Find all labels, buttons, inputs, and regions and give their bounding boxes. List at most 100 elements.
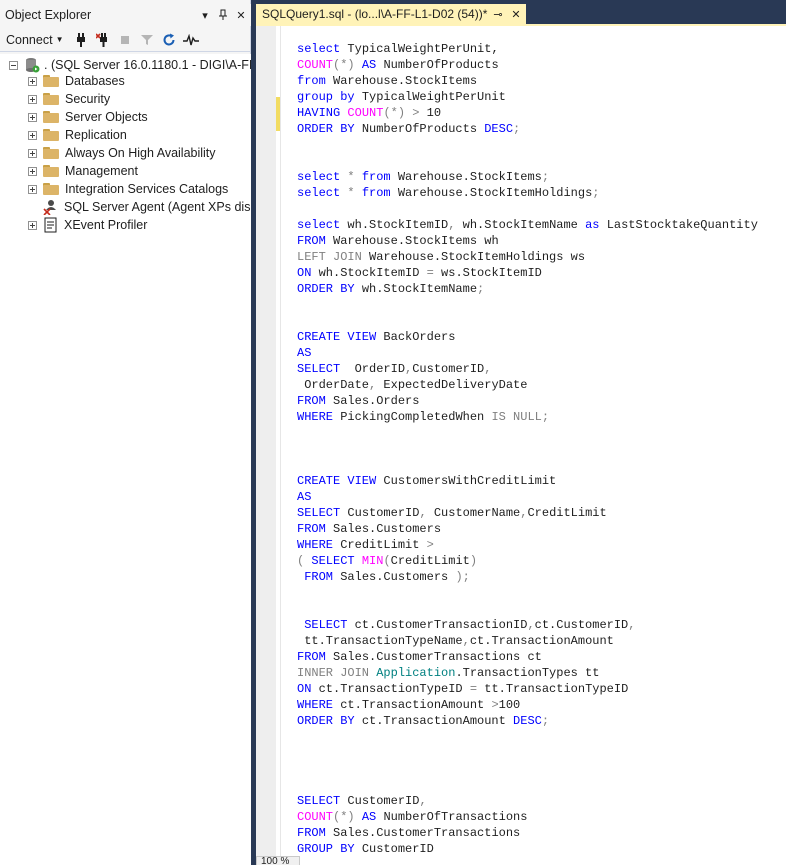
code-line[interactable]: ​ xyxy=(297,441,758,457)
expand-icon[interactable] xyxy=(28,112,37,122)
code-token: ORDER BY xyxy=(297,122,362,136)
code-line[interactable]: AS xyxy=(297,345,758,361)
code-line[interactable]: FROM Sales.Customers ); xyxy=(297,569,758,585)
tree-node-management[interactable]: Management xyxy=(28,162,138,180)
code-line[interactable]: from Warehouse.StockItems xyxy=(297,73,758,89)
tree-node-security[interactable]: Security xyxy=(28,90,110,108)
tree-node-integration-services[interactable]: Integration Services Catalogs xyxy=(28,180,228,198)
code-line[interactable]: ​ xyxy=(297,777,758,793)
code-line[interactable]: ​ xyxy=(297,137,758,153)
code-line[interactable]: WHERE ct.TransactionAmount >100 xyxy=(297,697,758,713)
code-line[interactable]: INNER JOIN Application.TransactionTypes … xyxy=(297,665,758,681)
disconnect-icon[interactable] xyxy=(93,31,113,49)
stop-icon[interactable] xyxy=(115,31,135,49)
code-line[interactable]: ​ xyxy=(297,585,758,601)
code-line[interactable]: select TypicalWeightPerUnit, xyxy=(297,41,758,57)
refresh-icon[interactable] xyxy=(159,31,179,49)
code-line[interactable]: WHERE CreditLimit > xyxy=(297,537,758,553)
code-line[interactable]: CREATE VIEW BackOrders xyxy=(297,329,758,345)
code-line[interactable]: ORDER BY ct.TransactionAmount DESC; xyxy=(297,713,758,729)
code-line[interactable]: LEFT JOIN Warehouse.StockItemHoldings ws xyxy=(297,249,758,265)
code-line[interactable]: HAVING COUNT(*) > 10 xyxy=(297,105,758,121)
code-token: SELECT xyxy=(297,506,348,520)
code-token: * xyxy=(347,170,362,184)
tree-node-xevent-profiler[interactable]: XEvent Profiler xyxy=(28,216,147,234)
code-token: ORDER BY xyxy=(297,714,362,728)
folder-icon xyxy=(43,129,59,141)
close-tab-icon[interactable]: ✕ xyxy=(508,8,524,21)
filter-icon[interactable] xyxy=(137,31,157,49)
code-line[interactable]: ON wh.StockItemID = ws.StockItemID xyxy=(297,265,758,281)
code-line[interactable]: SELECT OrderID,CustomerID, xyxy=(297,361,758,377)
code-token: ct.TransactionAmount xyxy=(469,634,614,648)
query-editor[interactable]: select TypicalWeightPerUnit, COUNT(*) AS … xyxy=(256,26,786,865)
expand-icon[interactable] xyxy=(28,148,37,158)
code-line[interactable]: FROM Sales.CustomerTransactions ct xyxy=(297,649,758,665)
code-line[interactable]: FROM Sales.Orders xyxy=(297,393,758,409)
code-line[interactable]: ​ xyxy=(297,297,758,313)
tree-node-databases[interactable]: Databases xyxy=(28,72,125,90)
code-line[interactable]: COUNT(*) AS NumberOfTransactions xyxy=(297,809,758,825)
code-line[interactable]: SELECT CustomerID, xyxy=(297,793,758,809)
code-line[interactable]: ( SELECT MIN(CreditLimit) xyxy=(297,553,758,569)
close-icon[interactable]: ✕ xyxy=(233,7,249,23)
code-line[interactable]: FROM Warehouse.StockItems wh xyxy=(297,233,758,249)
code-line[interactable]: tt.TransactionTypeName,ct.TransactionAmo… xyxy=(297,633,758,649)
code-line[interactable]: ​ xyxy=(297,153,758,169)
pin-icon[interactable] xyxy=(215,7,231,23)
object-explorer-toolbar: Connect ▼ xyxy=(0,28,251,52)
code-line[interactable]: select * from Warehouse.StockItems; xyxy=(297,169,758,185)
code-line[interactable]: ORDER BY NumberOfProducts DESC; xyxy=(297,121,758,137)
window-position-dropdown-icon[interactable]: ▾ xyxy=(197,7,213,23)
code-line[interactable]: FROM Sales.CustomerTransactions xyxy=(297,825,758,841)
tab-sqlquery1[interactable]: SQLQuery1.sql - (lo...l\A-FF-L1-D02 (54)… xyxy=(256,4,526,24)
code-area[interactable]: select TypicalWeightPerUnit, COUNT(*) AS … xyxy=(297,41,758,857)
code-line[interactable]: SELECT ct.CustomerTransactionID,ct.Custo… xyxy=(297,617,758,633)
code-line[interactable]: CREATE VIEW CustomersWithCreditLimit xyxy=(297,473,758,489)
code-line[interactable]: COUNT(*) AS NumberOfProducts xyxy=(297,57,758,73)
expand-icon[interactable] xyxy=(28,184,37,194)
code-line[interactable]: ​ xyxy=(297,601,758,617)
collapse-icon[interactable] xyxy=(9,60,18,70)
code-line[interactable]: ORDER BY wh.StockItemName; xyxy=(297,281,758,297)
code-token: ON xyxy=(297,266,319,280)
pin-tab-icon[interactable]: ⊸ xyxy=(490,8,506,21)
code-line[interactable]: WHERE PickingCompletedWhen IS NULL; xyxy=(297,409,758,425)
code-token: COUNT xyxy=(297,810,334,824)
activity-monitor-icon[interactable] xyxy=(181,31,201,49)
code-line[interactable]: ​ xyxy=(297,313,758,329)
code-line[interactable]: select * from Warehouse.StockItemHolding… xyxy=(297,185,758,201)
expand-icon[interactable] xyxy=(28,130,37,140)
code-token: , xyxy=(527,618,535,632)
expand-icon[interactable] xyxy=(28,220,37,230)
expand-icon[interactable] xyxy=(28,94,37,104)
connect-plug-icon[interactable] xyxy=(71,31,91,49)
tree-node-sql-server-agent[interactable]: SQL Server Agent (Agent XPs disabl xyxy=(28,198,251,216)
code-token: MIN xyxy=(361,554,384,568)
code-line[interactable]: AS xyxy=(297,489,758,505)
code-line[interactable]: group by TypicalWeightPerUnit xyxy=(297,89,758,105)
zoom-level[interactable]: 100 % xyxy=(256,856,300,865)
tree-node-always-on[interactable]: Always On High Availability xyxy=(28,144,216,162)
code-token: CREATE VIEW xyxy=(297,330,384,344)
code-line[interactable]: ​ xyxy=(297,201,758,217)
code-line[interactable]: select wh.StockItemID, wh.StockItemName … xyxy=(297,217,758,233)
code-line[interactable]: ON ct.TransactionTypeID = tt.Transaction… xyxy=(297,681,758,697)
code-line[interactable]: ​ xyxy=(297,761,758,777)
tree-node-replication[interactable]: Replication xyxy=(28,126,127,144)
expand-icon[interactable] xyxy=(28,166,37,176)
code-token: (*) > xyxy=(383,106,427,120)
code-line[interactable]: ​ xyxy=(297,425,758,441)
code-line[interactable]: GROUP BY CustomerID xyxy=(297,841,758,857)
code-token: ct.TransactionAmount xyxy=(340,698,492,712)
connect-button[interactable]: Connect ▼ xyxy=(6,33,63,47)
code-line[interactable]: SELECT CustomerID, CustomerName,CreditLi… xyxy=(297,505,758,521)
code-line[interactable]: ​ xyxy=(297,457,758,473)
code-line[interactable]: FROM Sales.Customers xyxy=(297,521,758,537)
code-line[interactable]: ​ xyxy=(297,745,758,761)
tree-node-server-objects[interactable]: Server Objects xyxy=(28,108,148,126)
code-line[interactable]: OrderDate, ExpectedDeliveryDate xyxy=(297,377,758,393)
expand-icon[interactable] xyxy=(28,76,37,86)
code-line[interactable]: ​ xyxy=(297,729,758,745)
code-token: Sales.CustomerTransactions xyxy=(333,826,521,840)
